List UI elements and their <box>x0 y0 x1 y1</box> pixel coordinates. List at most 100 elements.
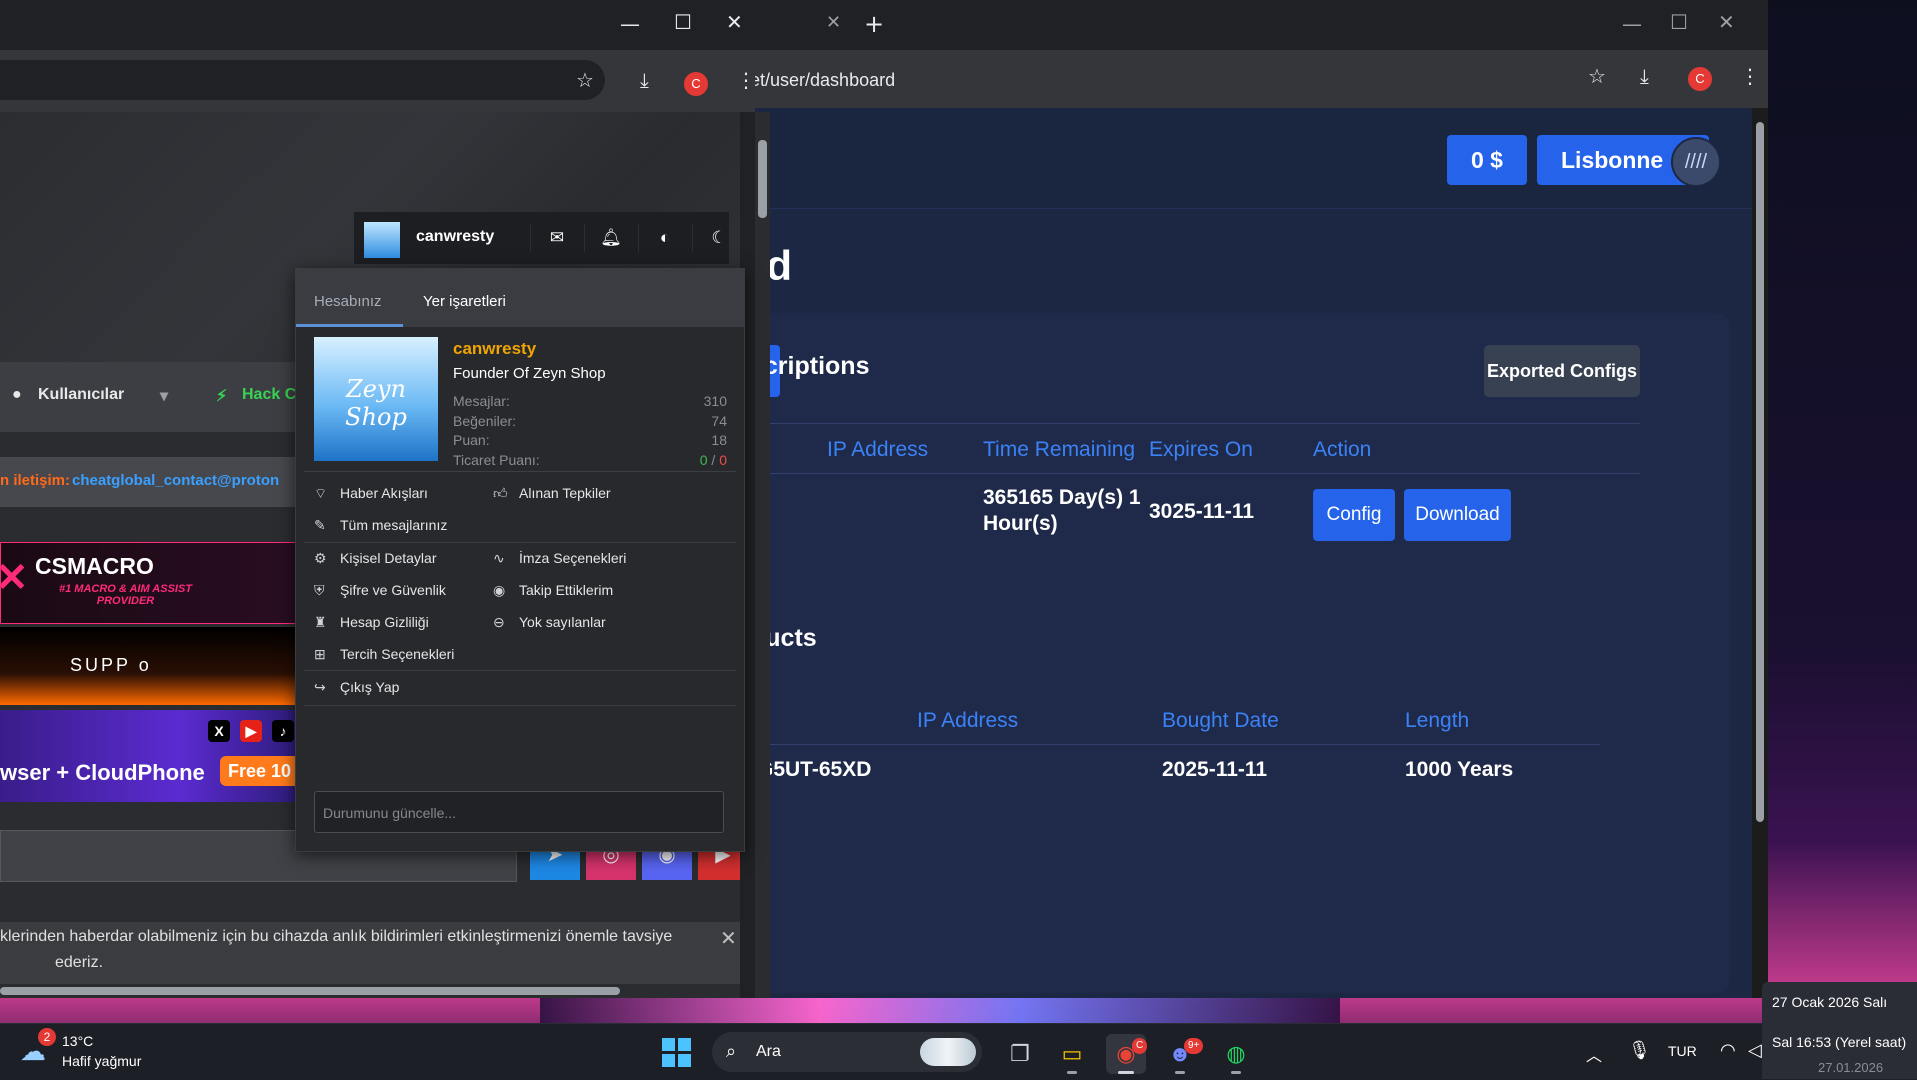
menu-avatar[interactable]: Zeyn Shop <box>314 337 438 461</box>
menu-following[interactable]: ◉ Takip Ettiklerim <box>493 582 613 599</box>
contact-email-link[interactable]: cheatglobal_contact@proton <box>72 472 279 489</box>
user-secret-icon: ♜ <box>314 614 327 630</box>
menu-signature[interactable]: ∿ İmza Seçenekleri <box>493 550 626 567</box>
bookmark-star-icon[interactable]: ☆ <box>576 68 594 92</box>
clock-short-date[interactable]: 27.01.2026 <box>1818 1060 1883 1072</box>
scrollbar-thumb[interactable] <box>758 140 767 218</box>
nav-avatar[interactable] <box>364 222 400 258</box>
config-button[interactable]: Config <box>1313 489 1395 541</box>
close-window-icon[interactable]: ✕ <box>1718 10 1735 34</box>
menu-security[interactable]: ⛨ Şifre ve Güvenlik <box>314 582 446 599</box>
nav-username[interactable]: canwresty <box>416 228 494 246</box>
minimize-icon[interactable]: — <box>620 12 640 36</box>
horizontal-scrollbar[interactable] <box>0 984 740 998</box>
close-icon[interactable]: ✕ <box>720 926 737 951</box>
weather-temperature[interactable]: 13°C <box>62 1033 93 1049</box>
minimize-icon[interactable]: — <box>1622 12 1642 36</box>
download-icon[interactable]: ⤓ <box>640 68 649 92</box>
clock-full-time: Sal 16:53 (Yerel saat) <box>1772 1034 1907 1050</box>
trade-separator: / <box>707 452 720 468</box>
toggle-icon[interactable]: ◐ <box>638 224 691 252</box>
microphone-icon[interactable]: 🎙︎ <box>1628 1040 1651 1061</box>
maximize-icon[interactable]: ☐ <box>674 10 692 34</box>
maximize-icon[interactable]: ☐ <box>1670 10 1688 34</box>
close-window-icon[interactable]: ✕ <box>726 10 743 34</box>
time-remaining-line1: 365165 Day(s) 1 <box>983 486 1141 509</box>
csmacro-title: CSMACRO <box>35 553 154 579</box>
status-update-input[interactable]: Durumunu güncelle... <box>314 791 724 833</box>
menu-divider <box>304 471 736 472</box>
spotify-icon[interactable]: ◍ <box>1216 1034 1256 1074</box>
profile-avatar[interactable]: C <box>1688 67 1712 91</box>
support-banner[interactable]: SUPP o <box>0 627 300 705</box>
discord-icon[interactable]: ☻ 9+ <box>1160 1034 1204 1074</box>
tab-bookmarks[interactable]: Yer işaretleri <box>423 293 506 310</box>
tray-overflow-icon[interactable]: ︿ <box>1586 1042 1602 1066</box>
wifi-icon[interactable]: ◠ <box>1720 1040 1736 1061</box>
file-explorer-icon[interactable]: ▭ <box>1052 1034 1092 1074</box>
comments-icon: ✎ <box>314 517 326 533</box>
scrollbar-thumb[interactable] <box>1756 122 1764 822</box>
cloudphone-text: wser + CloudPhone <box>0 760 205 785</box>
stat-value-points: 18 <box>711 432 727 448</box>
menu-username[interactable]: canwresty <box>453 339 536 359</box>
nav-members[interactable]: Kullanıcılar <box>38 386 124 404</box>
notice-line2: ederiz. <box>55 954 104 971</box>
sliders-icon: ⊞ <box>314 646 326 662</box>
cloudphone-banner[interactable]: X ▶ ♪ wser + CloudPhone Free 10 <box>0 710 300 802</box>
start-button[interactable] <box>662 1038 692 1068</box>
weather-description[interactable]: Hafif yağmur <box>62 1053 141 1069</box>
clock-full-date: 27 Ocak 2026 Salı <box>1772 994 1888 1010</box>
menu-news-feed-label: Haber Akışları <box>340 485 428 501</box>
moon-icon[interactable]: ☾ <box>692 224 740 252</box>
address-bar[interactable]: net/user/dashboard <box>740 64 1600 96</box>
user-nav-bar: canwresty ✉ 🔔︎ ◐ ☾ <box>354 212 729 264</box>
download-button[interactable]: Download <box>1404 489 1511 541</box>
scrollbar-thumb[interactable] <box>0 987 620 995</box>
chrome-icon[interactable]: ◉ C <box>1106 1034 1148 1074</box>
bookmark-star-icon[interactable]: ☆ <box>1588 64 1606 88</box>
volume-icon[interactable]: ◁ <box>1748 1040 1762 1061</box>
user-avatar[interactable]: //// <box>1671 137 1721 187</box>
menu-signature-label: İmza Seçenekleri <box>519 550 627 566</box>
profile-avatar[interactable]: C <box>684 72 708 96</box>
menu-ignored[interactable]: ⊖ Yok sayılanlar <box>493 614 606 631</box>
nav-hack[interactable]: Hack C <box>242 386 296 404</box>
user-cog-icon: ⚙ <box>314 550 327 566</box>
menu-kebab-icon[interactable]: ⋮ <box>736 68 756 92</box>
menu-privacy[interactable]: ♜ Hesap Gizliliği <box>314 614 429 631</box>
task-view-icon[interactable]: ❐ <box>1000 1034 1040 1074</box>
vertical-scrollbar[interactable] <box>755 112 770 998</box>
push-notification-notice: klerinden haberdar olabilmeniz için bu c… <box>0 922 740 984</box>
csmacro-subtitle: #1 MACRO & AIM ASSIST PROVIDER <box>59 583 192 607</box>
tab-account[interactable]: Hesabınız <box>314 293 382 310</box>
menu-personal-details[interactable]: ⚙ Kişisel Detaylar <box>314 550 436 567</box>
menu-reactions[interactable]: 👍︎ Alınan Tepkiler <box>493 485 611 502</box>
tab-close-icon[interactable]: ✕ <box>826 12 841 33</box>
exported-configs-button[interactable]: Exported Configs <box>1484 345 1640 397</box>
expires-on-value: 3025-11-11 <box>1149 500 1255 523</box>
vertical-scrollbar[interactable] <box>1752 108 1768 998</box>
chevron-down-icon[interactable]: ▾ <box>160 386 168 406</box>
download-icon[interactable]: ⤓ <box>1640 64 1649 88</box>
address-bar[interactable] <box>0 60 605 100</box>
bell-icon[interactable]: 🔔︎ <box>584 224 637 252</box>
windows-logo-part <box>662 1038 675 1051</box>
menu-kebab-icon[interactable]: ⋮ <box>1740 64 1760 88</box>
time-remaining-line2: Hour(s) <box>983 512 1058 535</box>
menu-all-messages[interactable]: ✎ Tüm mesajlarınız <box>314 517 447 534</box>
user-icon: ● <box>12 386 22 403</box>
balance-button[interactable]: 0 $ <box>1447 135 1527 185</box>
taskbar-search[interactable]: ⌕ Ara <box>712 1032 982 1072</box>
menu-news-feed[interactable]: ⌔ Haber Akışları <box>314 485 428 503</box>
menu-preferences[interactable]: ⊞ Tercih Seçenekleri <box>314 646 454 663</box>
menu-following-label: Takip Ettiklerim <box>519 582 614 598</box>
input-language[interactable]: TUR <box>1668 1043 1697 1059</box>
new-tab-icon[interactable]: + <box>864 10 884 38</box>
menu-logout[interactable]: ↪ Çıkış Yap <box>314 679 399 696</box>
envelope-icon[interactable]: ✉ <box>530 224 583 252</box>
wallpaper-glow <box>540 995 1340 1023</box>
csmacro-banner[interactable]: ✕ CSMACRO #1 MACRO & AIM ASSISTPROVIDER <box>0 542 302 624</box>
taskbar: ☁ 2 13°C Hafif yağmur ⌕ Ara ❐ ▭ ◉ C ☻ 9+ ◍… <box>0 1023 1917 1080</box>
stat-label-trade: Ticaret Puanı: <box>453 452 540 468</box>
